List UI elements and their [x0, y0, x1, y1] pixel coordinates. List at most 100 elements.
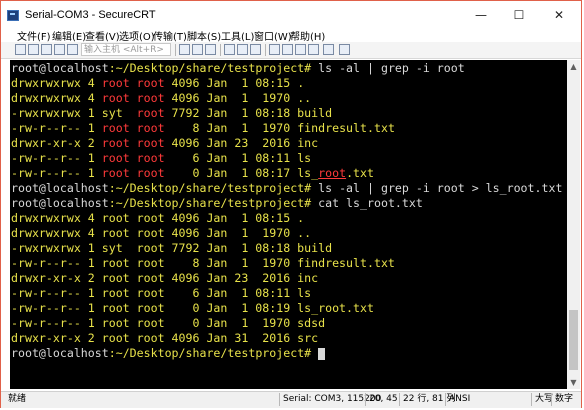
connect-icon[interactable] [15, 44, 26, 55]
vertical-scrollbar[interactable]: ▲ ▼ [567, 60, 580, 389]
terminal-line: -rw-r--r-- 1 root root 6 Jan 1 08:11 ls [11, 286, 311, 301]
menu-window[interactable]: 窗口(W) [254, 28, 292, 43]
terminal-text: 0 Jan 1 08:17 ls_ [164, 166, 319, 180]
terminal-text: root root [101, 166, 165, 180]
scroll-thumb[interactable] [569, 310, 578, 370]
keymap-icon[interactable] [323, 44, 334, 55]
terminal-line: drwxrwxrwx 4 root root 4096 Jan 1 08:15 … [11, 76, 304, 91]
menu-help[interactable]: 帮助(H) [290, 28, 325, 43]
host-input[interactable]: 输入主机 <Alt+R> [81, 43, 171, 56]
terminal-text: root@localhost [11, 196, 109, 210]
terminal-text: 7792 Jan 1 08:18 build [164, 106, 333, 120]
toolbar: 输入主机 <Alt+R> [1, 42, 581, 59]
terminal-text: drwxrwxrwx 4 [11, 91, 102, 105]
terminal-text: -rw-r--r-- 1 [11, 151, 102, 165]
terminal-text: 6 Jan 1 08:11 ls [164, 151, 312, 165]
print-icon[interactable] [224, 44, 235, 55]
terminal-text: ls -al | grep -i root [318, 61, 465, 75]
terminal-line: -rw-r--r-- 1 root root 8 Jan 1 1970 find… [11, 256, 395, 271]
terminal-text: 4096 Jan 23 2016 inc [164, 136, 319, 150]
terminal-text: ls -al | grep -i root > ls_root.txt [318, 181, 563, 195]
terminal-line: root@localhost:~/Desktop/share/testproje… [11, 196, 423, 211]
terminal-line: -rw-r--r-- 1 root root 0 Jan 1 1970 sdsd [11, 316, 325, 331]
scroll-up-icon[interactable]: ▲ [567, 60, 580, 73]
terminal-text: -rw-r--r-- 1 root root 0 Jan 1 08:19 ls_… [11, 301, 374, 315]
terminal-line: root@localhost:~/Desktop/share/testproje… [11, 61, 465, 76]
terminal-line: drwxrwxrwx 4 root root 4096 Jan 1 1970 .… [11, 91, 311, 106]
scroll-down-icon[interactable]: ▼ [567, 376, 580, 389]
status-cursor: 20, 45 [365, 393, 398, 406]
close-button[interactable]: ✕ [545, 4, 573, 26]
session-options-icon[interactable] [269, 44, 280, 55]
terminal-text: cat ls_root.txt [318, 196, 423, 210]
terminal-text: -rwxrwxrwx 1 syt root 7792 Jan 1 08:18 b… [11, 241, 333, 255]
toolbar-separator [220, 44, 221, 56]
terminal-line: -rw-r--r-- 1 root root 8 Jan 1 1970 find… [11, 121, 395, 136]
toolbar-separator [175, 44, 176, 56]
securecrt-app-icon [7, 10, 19, 21]
terminal-line: -rwxrwxrwx 1 syt root 7792 Jan 1 08:18 b… [11, 106, 332, 121]
disconnect-icon[interactable] [67, 44, 78, 55]
reconnect-icon[interactable] [54, 44, 65, 55]
menu-file[interactable]: 文件(F) [17, 28, 51, 43]
terminal-text: -rw-r--r-- 1 root root 8 Jan 1 1970 find… [11, 256, 395, 270]
sftp-icon[interactable] [295, 44, 306, 55]
terminal-text: -rw-r--r-- 1 [11, 121, 102, 135]
status-term-type: ANSI [445, 393, 470, 406]
terminal-text: drwxrwxrwx 4 root root 4096 Jan 1 1970 .… [11, 226, 312, 240]
copy-icon[interactable] [179, 44, 190, 55]
quick-connect-icon[interactable] [28, 44, 39, 55]
terminal-text: 4096 Jan 1 1970 .. [164, 91, 312, 105]
print-selection-icon[interactable] [237, 44, 248, 55]
terminal-text: drwxrwxrwx 4 [11, 76, 102, 90]
log-session-icon[interactable] [250, 44, 261, 55]
paste-icon[interactable] [192, 44, 203, 55]
terminal-cursor [318, 347, 326, 360]
menu-transfer[interactable]: 传输(T) [153, 28, 187, 43]
window-title: Serial-COM3 - SecureCRT [25, 9, 156, 21]
find-icon[interactable] [205, 44, 216, 55]
terminal-line: drwxr-xr-x 2 root root 4096 Jan 23 2016 … [11, 136, 318, 151]
toolbar-separator [265, 44, 266, 56]
terminal-text: root root [101, 121, 165, 135]
terminal-text: -rwxrwxrwx 1 syt [11, 106, 137, 120]
terminal-text: root root [101, 136, 165, 150]
menu-tools[interactable]: 工具(L) [221, 28, 254, 43]
terminal-text: 8 Jan 1 1970 findresult.txt [164, 121, 395, 135]
terminal-text: :~/Desktop/share/testproject# [108, 196, 319, 210]
terminal-text: -rw-r--r-- 1 root root 0 Jan 1 1970 sdsd [11, 316, 326, 330]
terminal-line: root@localhost:~/Desktop/share/testproje… [11, 346, 326, 361]
terminal-text: drwxrwxrwx 4 root root 4096 Jan 1 08:15 … [11, 211, 305, 225]
status-bar: 就绪 Serial: COM3, 115200 20, 45 22 行, 81 … [1, 391, 581, 408]
connect-tab-icon[interactable] [41, 44, 52, 55]
status-ready: 就绪 [8, 394, 27, 404]
terminal-text: -rw-r--r-- 1 root root 6 Jan 1 08:11 ls [11, 286, 312, 300]
status-num: 数字 [551, 393, 573, 406]
terminal-text: root [136, 106, 165, 120]
menu-script[interactable]: 脚本(S) [187, 28, 221, 43]
terminal-line: drwxr-xr-x 2 root root 4096 Jan 23 2016 … [11, 271, 318, 286]
maximize-button[interactable]: ☐ [505, 4, 533, 26]
help-icon[interactable] [308, 44, 319, 55]
menu-edit[interactable]: 编辑(E) [52, 28, 86, 43]
terminal-text: drwxr-xr-x 2 [11, 136, 102, 150]
minimize-button[interactable]: — [467, 4, 495, 26]
terminal-text: 4096 Jan 1 08:15 . [164, 76, 305, 90]
menu-view[interactable]: 查看(V) [85, 28, 120, 43]
terminal-line: drwxrwxrwx 4 root root 4096 Jan 1 08:15 … [11, 211, 304, 226]
terminal-line: -rw-r--r-- 1 root root 6 Jan 1 08:11 ls [11, 151, 311, 166]
terminal-text: root root [101, 91, 165, 105]
terminal-text: root@localhost [11, 61, 109, 75]
terminal-text: root@localhost [11, 346, 109, 360]
terminal-text: .txt [346, 166, 374, 180]
terminal-text: root root [101, 76, 165, 90]
terminal-screen[interactable]: root@localhost:~/Desktop/share/testproje… [10, 60, 567, 389]
terminal-text: -rw-r--r-- 1 [11, 166, 102, 180]
menu-bar: 文件(F) 编辑(E) 查看(V) 选项(O) 传输(T) 脚本(S) 工具(L… [1, 27, 581, 43]
menu-options[interactable]: 选项(O) [119, 28, 155, 43]
terminal-text: root@localhost [11, 181, 109, 195]
terminal-text: root root [101, 151, 165, 165]
global-options-icon[interactable] [282, 44, 293, 55]
about-icon[interactable] [339, 44, 350, 55]
status-caps: 大写 [531, 393, 553, 406]
